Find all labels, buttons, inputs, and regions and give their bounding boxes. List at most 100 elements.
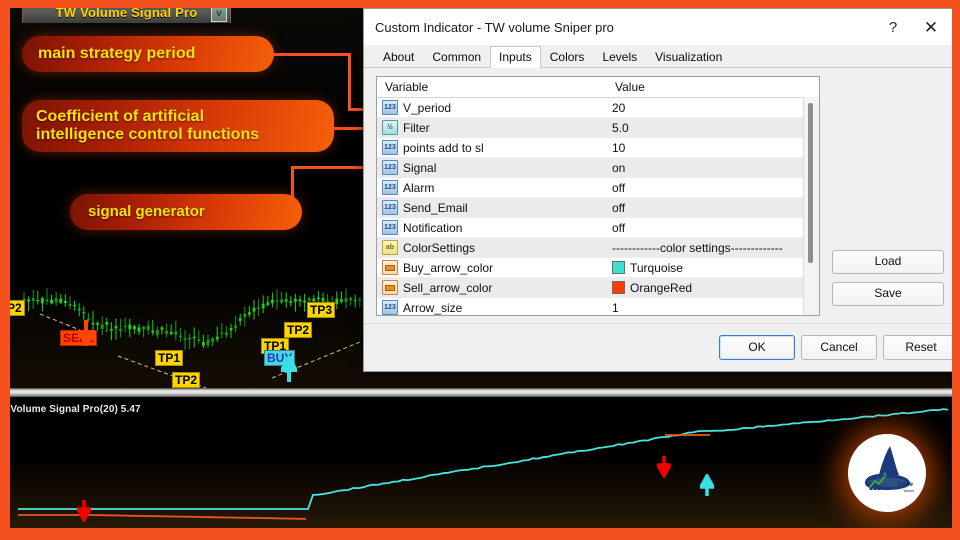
- frame-bottom: [0, 528, 960, 540]
- table-row[interactable]: ab ColorSettings ------------color setting…: [377, 238, 819, 258]
- marker-tp-p2: P2: [4, 300, 25, 316]
- panel-splitter[interactable]: [10, 388, 952, 397]
- logo-brand-text: Trade: [896, 482, 913, 488]
- text-icon: ab: [382, 240, 398, 255]
- grid-rows: 123 V_period 20 ½ Filter 5.0 123 points add to …: [377, 98, 819, 315]
- table-row[interactable]: 123 Notification off: [377, 218, 819, 238]
- variable-value[interactable]: 5.0: [604, 121, 819, 135]
- color-swatch: [612, 261, 625, 274]
- table-row[interactable]: 123 Signal on: [377, 158, 819, 178]
- color-name: Turquoise: [630, 260, 683, 275]
- table-row[interactable]: 123 Send_Email off: [377, 198, 819, 218]
- annotation-signal-generator: signal generator: [70, 194, 302, 230]
- help-icon[interactable]: ?: [882, 17, 904, 39]
- indicator-line-chart: [18, 408, 949, 520]
- variable-value[interactable]: off: [604, 201, 819, 215]
- wizard-hat-icon: [865, 446, 910, 490]
- save-button[interactable]: Save: [832, 282, 944, 306]
- variable-name: Signal: [403, 160, 437, 175]
- column-header-value: Value: [615, 80, 645, 94]
- annotation-ai-coefficient: Coefficient of artificial intelligence c…: [22, 100, 334, 152]
- annotation-main-strategy-period: main strategy period: [22, 36, 274, 72]
- dialog-body: Variable Value 123 V_period 20 ½ Filter 5.0 12…: [364, 68, 959, 368]
- table-row[interactable]: Buy_arrow_color Turquoise: [377, 258, 819, 278]
- brand-logo: Trade Wizard: [848, 434, 926, 512]
- tab-visualization[interactable]: Visualization: [646, 47, 731, 67]
- marker-tp1-a: TP1: [155, 350, 184, 366]
- frame-left: [0, 0, 10, 540]
- color-name: OrangeRed: [630, 280, 693, 295]
- variable-value[interactable]: off: [604, 221, 819, 235]
- chart-tab-menu-icon[interactable]: v: [211, 5, 227, 22]
- variable-value[interactable]: 10: [604, 141, 819, 155]
- variable-name: Buy_arrow_color: [403, 260, 494, 275]
- leader-line-1-v: [348, 53, 351, 110]
- reset-button[interactable]: Reset: [883, 335, 959, 360]
- annotation-1-text: main strategy period: [38, 45, 196, 63]
- variable-name: points add to sl: [403, 140, 484, 155]
- tab-levels[interactable]: Levels: [593, 47, 646, 67]
- number-icon: 123: [382, 220, 398, 235]
- cancel-button[interactable]: Cancel: [801, 335, 877, 360]
- number-icon: 123: [382, 140, 398, 155]
- variable-value[interactable]: ------------color settings-------------: [604, 241, 819, 255]
- tab-colors[interactable]: Colors: [541, 47, 594, 67]
- variable-name: Arrow_size: [403, 300, 463, 315]
- table-row[interactable]: 123 V_period 20: [377, 98, 819, 118]
- number-icon: 123: [382, 180, 398, 195]
- table-row[interactable]: ½ Filter 5.0: [377, 118, 819, 138]
- number-icon: 123: [382, 200, 398, 215]
- number-icon: 123: [382, 100, 398, 115]
- inputs-grid[interactable]: Variable Value 123 V_period 20 ½ Filter 5.0 12…: [376, 76, 820, 316]
- load-button[interactable]: Load: [832, 250, 944, 274]
- color-swatch: [612, 281, 625, 294]
- marker-tp2-a: TP2: [172, 372, 201, 388]
- grid-header-row: Variable Value: [377, 77, 819, 98]
- variable-value[interactable]: on: [604, 161, 819, 175]
- color-icon: [382, 260, 398, 275]
- grid-scrollbar[interactable]: [803, 97, 819, 315]
- variable-value[interactable]: Turquoise: [604, 261, 819, 275]
- custom-indicator-dialog[interactable]: Custom Indicator - TW volume Sniper pro …: [363, 8, 959, 372]
- chart-tab[interactable]: TW Volume Signal Pro v: [22, 1, 231, 23]
- subwindow-label: W Volume Signal Pro(20) 5.47: [0, 404, 141, 415]
- dialog-title: Custom Indicator - TW volume Sniper pro: [375, 19, 614, 35]
- annotation-3-text: signal generator: [88, 202, 205, 220]
- variable-name: Send_Email: [403, 200, 468, 215]
- color-icon: [382, 280, 398, 295]
- variable-name: Notification: [403, 220, 463, 235]
- tab-common[interactable]: Common: [423, 47, 490, 67]
- indicator-buy-arrow-icon: [700, 474, 714, 496]
- number-icon: 123: [382, 160, 398, 175]
- variable-value[interactable]: 1: [604, 301, 819, 315]
- close-icon[interactable]: ✕: [918, 16, 944, 40]
- indicator-subwindow[interactable]: [10, 397, 952, 528]
- column-header-variable: Variable: [385, 80, 429, 94]
- tab-about[interactable]: About: [374, 47, 423, 67]
- variable-name: Filter: [403, 120, 430, 135]
- chart-tab-label: TW Volume Signal Pro: [55, 5, 198, 20]
- scrollbar-thumb[interactable]: [808, 103, 813, 263]
- variable-name: Sell_arrow_color: [403, 280, 493, 295]
- variable-name: ColorSettings: [403, 240, 476, 255]
- table-row[interactable]: Sell_arrow_color OrangeRed: [377, 278, 819, 298]
- table-row[interactable]: 123 Arrow_size 1: [377, 298, 819, 315]
- variable-value[interactable]: 20: [604, 101, 819, 115]
- decimal-icon: ½: [382, 120, 398, 135]
- variable-value[interactable]: off: [604, 181, 819, 195]
- number-icon: 123: [382, 300, 398, 315]
- table-row[interactable]: 123 points add to sl 10: [377, 138, 819, 158]
- ok-button[interactable]: OK: [719, 335, 795, 360]
- table-row[interactable]: 123 Alarm off: [377, 178, 819, 198]
- screenshot-root: P2 SELL TP1 TP2 TP1 BUY TP2 TP3 TW Volum…: [0, 0, 960, 540]
- tab-inputs[interactable]: Inputs: [490, 46, 541, 68]
- variable-name: Alarm: [403, 180, 435, 195]
- buy-arrow-icon: [281, 356, 297, 382]
- dialog-title-bar[interactable]: Custom Indicator - TW volume Sniper pro …: [364, 9, 954, 45]
- marker-tp2-b: TP2: [284, 322, 313, 338]
- indicator-sell-arrow-icon-2: [657, 456, 671, 478]
- dialog-tab-bar[interactable]: About Common Inputs Colors Levels Visualizati…: [364, 45, 954, 68]
- annotation-2-line1: Coefficient of artificial: [36, 108, 205, 126]
- annotation-2-line2: intelligence control functions: [36, 126, 260, 143]
- variable-value[interactable]: OrangeRed: [604, 281, 819, 295]
